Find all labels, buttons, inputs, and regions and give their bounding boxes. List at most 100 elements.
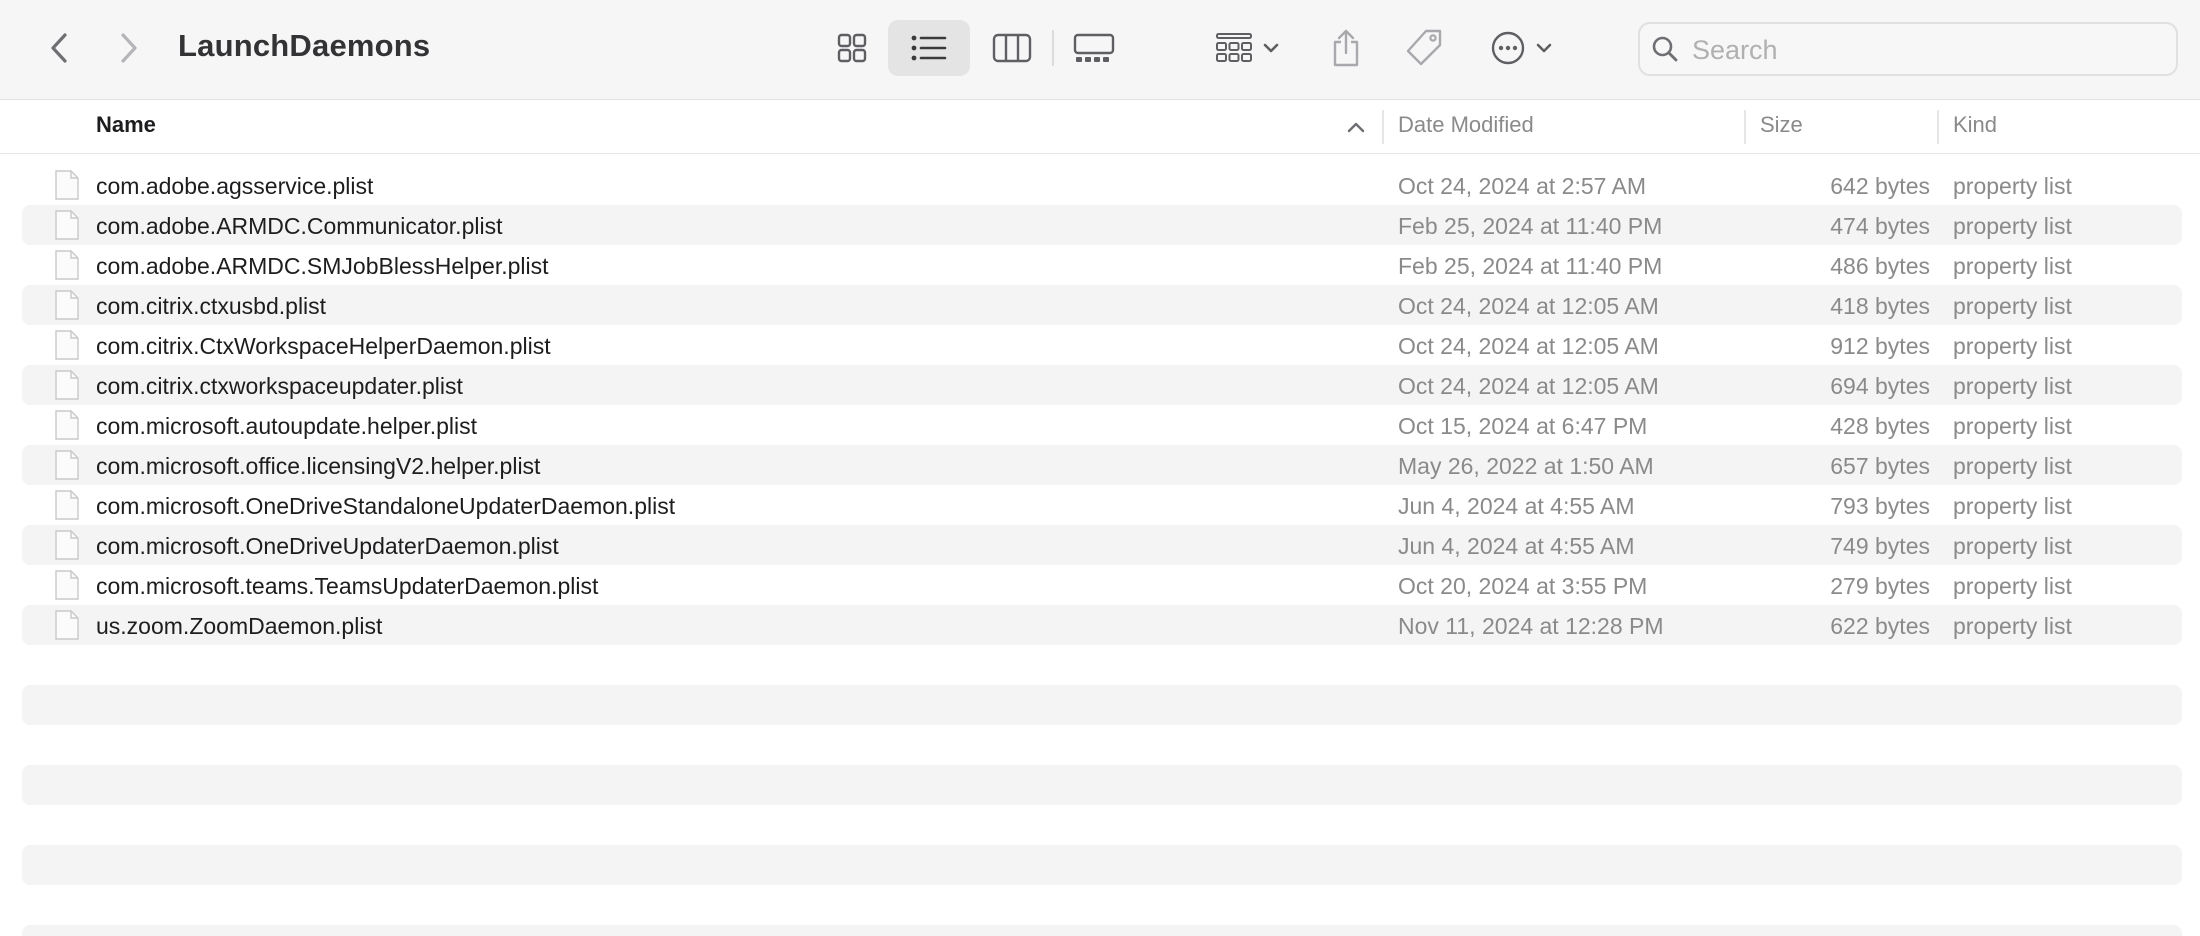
file-size: 657 bytes xyxy=(1830,453,1930,479)
tag-icon xyxy=(1406,29,1442,66)
sort-ascending-icon[interactable] xyxy=(1344,116,1368,140)
file-size: 793 bytes xyxy=(1830,493,1930,519)
icon-view-icon xyxy=(837,33,867,63)
file-kind: property list xyxy=(1953,533,2072,559)
column-header: Name Date Modified Size Kind xyxy=(0,100,2200,154)
finder-window: LaunchDaemons Search Name Date Modified … xyxy=(0,0,2200,936)
file-kind: property list xyxy=(1953,373,2072,399)
file-date-modified: Oct 24, 2024 at 12:05 AM xyxy=(1398,293,1659,319)
document-icon xyxy=(55,610,79,640)
chevron-down-icon xyxy=(1536,43,1552,53)
file-name: com.citrix.ctxusbd.plist xyxy=(96,293,327,319)
gallery-view-icon xyxy=(1073,33,1115,62)
file-size: 622 bytes xyxy=(1830,613,1930,639)
file-name: com.microsoft.OneDriveUpdaterDaemon.plis… xyxy=(96,533,559,559)
table-row[interactable]: us.zoom.ZoomDaemon.plist Nov 11, 2024 at… xyxy=(22,605,2182,645)
file-kind: property list xyxy=(1953,213,2072,239)
share-button[interactable] xyxy=(1318,20,1374,76)
file-kind: property list xyxy=(1953,453,2072,479)
group-by-button[interactable] xyxy=(1206,20,1290,76)
column-separator[interactable] xyxy=(1744,110,1746,144)
document-icon xyxy=(55,290,79,320)
file-name: us.zoom.ZoomDaemon.plist xyxy=(96,613,383,639)
document-icon xyxy=(55,530,79,560)
table-row[interactable]: com.adobe.agsservice.plist Oct 24, 2024 … xyxy=(22,165,2182,205)
toolbar-divider xyxy=(1052,30,1054,66)
column-header-size[interactable]: Size xyxy=(1760,112,1803,138)
list-view-button[interactable] xyxy=(888,20,970,76)
file-size: 279 bytes xyxy=(1830,573,1930,599)
table-row[interactable]: com.microsoft.OneDriveStandaloneUpdaterD… xyxy=(22,485,2182,525)
empty-row-stripe xyxy=(22,685,2182,725)
file-size: 694 bytes xyxy=(1830,373,1930,399)
file-date-modified: Oct 24, 2024 at 12:05 AM xyxy=(1398,333,1659,359)
column-header-name[interactable]: Name xyxy=(96,112,156,138)
file-size: 912 bytes xyxy=(1830,333,1930,359)
document-icon xyxy=(55,410,79,440)
document-icon xyxy=(55,170,79,200)
document-icon xyxy=(55,210,79,240)
chevron-right-icon xyxy=(121,33,137,63)
file-name: com.microsoft.OneDriveStandaloneUpdaterD… xyxy=(96,493,676,519)
gallery-view-button[interactable] xyxy=(1062,20,1126,76)
file-date-modified: Oct 15, 2024 at 6:47 PM xyxy=(1398,413,1648,439)
window-title: LaunchDaemons xyxy=(178,28,431,63)
file-name: com.adobe.ARMDC.SMJobBlessHelper.plist xyxy=(96,253,549,279)
more-actions-button[interactable] xyxy=(1480,20,1564,76)
file-kind: property list xyxy=(1953,173,2072,199)
tags-button[interactable] xyxy=(1396,20,1452,76)
table-row[interactable]: com.citrix.ctxworkspaceupdater.plist Oct… xyxy=(22,365,2182,405)
file-date-modified: Oct 20, 2024 at 3:55 PM xyxy=(1398,573,1648,599)
search-field[interactable] xyxy=(1638,22,2178,76)
table-row[interactable]: com.citrix.ctxusbd.plist Oct 24, 2024 at… xyxy=(22,285,2182,325)
file-size: 418 bytes xyxy=(1830,293,1930,319)
file-size: 749 bytes xyxy=(1830,533,1930,559)
column-view-icon xyxy=(992,33,1032,63)
file-size: 642 bytes xyxy=(1830,173,1930,199)
search-input[interactable] xyxy=(1690,24,2164,76)
column-view-button[interactable] xyxy=(980,20,1044,76)
file-name: com.adobe.ARMDC.Communicator.plist xyxy=(96,213,503,239)
table-row[interactable]: com.citrix.CtxWorkspaceHelperDaemon.plis… xyxy=(22,325,2182,365)
back-button[interactable] xyxy=(38,24,82,72)
file-size: 474 bytes xyxy=(1830,213,1930,239)
file-kind: property list xyxy=(1953,573,2072,599)
chevron-down-icon xyxy=(1263,43,1279,53)
file-size: 428 bytes xyxy=(1830,413,1930,439)
column-separator[interactable] xyxy=(1937,110,1939,144)
list-view-icon xyxy=(911,35,947,61)
toolbar: LaunchDaemons xyxy=(0,0,2200,100)
table-row[interactable]: com.microsoft.teams.TeamsUpdaterDaemon.p… xyxy=(22,565,2182,605)
file-kind: property list xyxy=(1953,613,2072,639)
document-icon xyxy=(55,330,79,360)
file-kind: property list xyxy=(1953,493,2072,519)
table-row[interactable]: com.adobe.ARMDC.SMJobBlessHelper.plist F… xyxy=(22,245,2182,285)
column-separator[interactable] xyxy=(1382,110,1384,144)
search-icon xyxy=(1648,32,1682,66)
table-row[interactable]: com.microsoft.OneDriveUpdaterDaemon.plis… xyxy=(22,525,2182,565)
file-kind: property list xyxy=(1953,253,2072,279)
file-kind: property list xyxy=(1953,413,2072,439)
icon-view-button[interactable] xyxy=(820,20,884,76)
column-header-kind[interactable]: Kind xyxy=(1953,112,1997,138)
file-date-modified: Feb 25, 2024 at 11:40 PM xyxy=(1398,253,1663,279)
share-icon xyxy=(1333,29,1359,67)
file-name: com.citrix.CtxWorkspaceHelperDaemon.plis… xyxy=(96,333,551,359)
column-header-date-modified[interactable]: Date Modified xyxy=(1398,112,1534,138)
file-date-modified: Feb 25, 2024 at 11:40 PM xyxy=(1398,213,1663,239)
file-size: 486 bytes xyxy=(1830,253,1930,279)
file-list: com.adobe.agsservice.plist Oct 24, 2024 … xyxy=(22,165,2182,645)
table-row[interactable]: com.microsoft.office.licensingV2.helper.… xyxy=(22,445,2182,485)
document-icon xyxy=(55,490,79,520)
forward-button[interactable] xyxy=(106,24,150,72)
document-icon xyxy=(55,450,79,480)
table-row[interactable]: com.microsoft.autoupdate.helper.plist Oc… xyxy=(22,405,2182,445)
document-icon xyxy=(55,370,79,400)
table-row[interactable]: com.adobe.ARMDC.Communicator.plist Feb 2… xyxy=(22,205,2182,245)
document-icon xyxy=(55,250,79,280)
group-by-icon xyxy=(1216,33,1252,62)
file-name: com.microsoft.office.licensingV2.helper.… xyxy=(96,453,541,479)
empty-row-stripe xyxy=(22,845,2182,885)
file-date-modified: Oct 24, 2024 at 12:05 AM xyxy=(1398,373,1659,399)
file-date-modified: Nov 11, 2024 at 12:28 PM xyxy=(1398,613,1664,639)
